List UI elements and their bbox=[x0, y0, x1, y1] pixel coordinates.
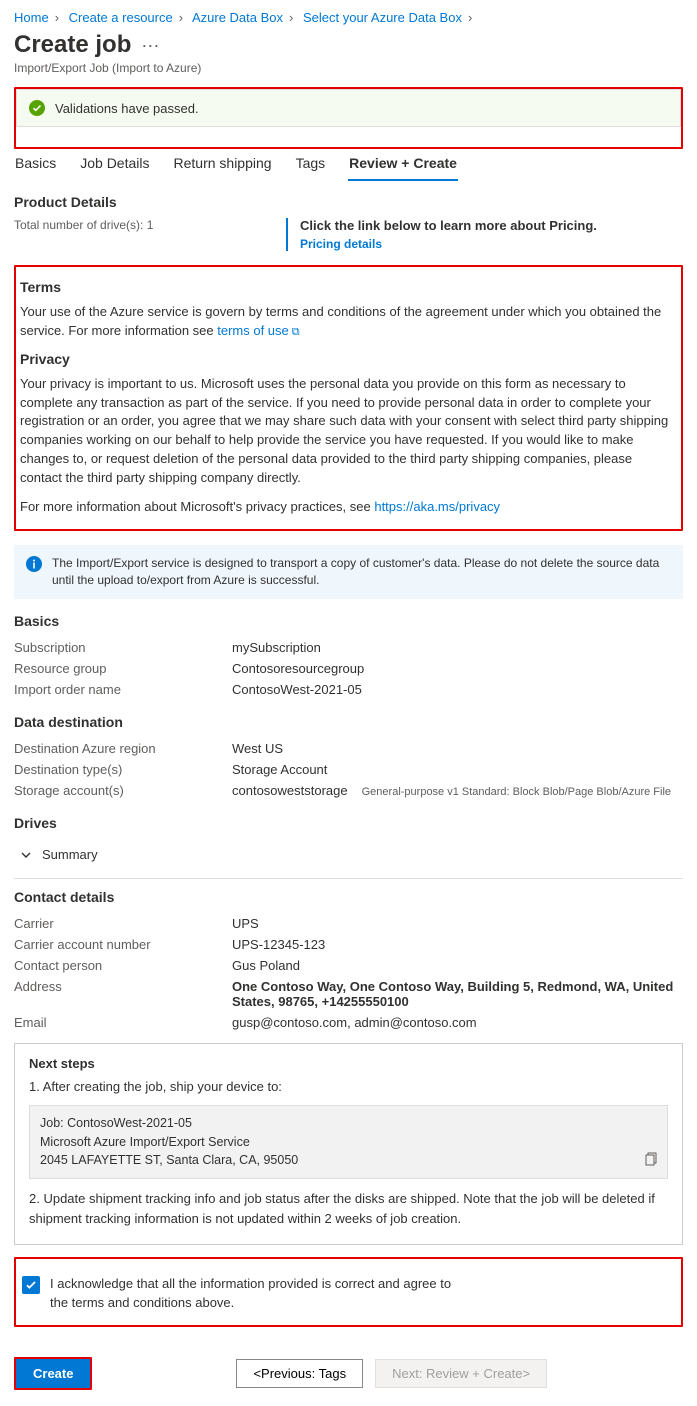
breadcrumb-select-data-box[interactable]: Select your Azure Data Box bbox=[303, 10, 462, 25]
label-email: Email bbox=[14, 1015, 232, 1030]
tab-job-details[interactable]: Job Details bbox=[79, 149, 150, 181]
validation-banner: Validations have passed. bbox=[16, 89, 681, 127]
drive-count-label: Total number of drive(s): 1 bbox=[14, 218, 266, 251]
success-icon bbox=[29, 100, 45, 116]
shipping-address-box: Job: ContosoWest-2021-05 Microsoft Azure… bbox=[29, 1105, 668, 1179]
label-dest-type: Destination type(s) bbox=[14, 762, 232, 777]
acknowledge-label: I acknowledge that all the information p… bbox=[50, 1275, 470, 1313]
info-text: The Import/Export service is designed to… bbox=[52, 555, 671, 590]
product-details-heading: Product Details bbox=[14, 194, 683, 210]
shipping-address-text: Job: ContosoWest-2021-05 Microsoft Azure… bbox=[40, 1114, 657, 1170]
more-menu-icon[interactable]: ··· bbox=[141, 35, 159, 56]
create-button[interactable]: Create bbox=[16, 1359, 90, 1388]
next-step-1: 1. After creating the job, ship your dev… bbox=[29, 1077, 668, 1097]
drives-heading: Drives bbox=[14, 815, 683, 831]
label-address: Address bbox=[14, 979, 232, 1009]
label-carrier-account: Carrier account number bbox=[14, 937, 232, 952]
chevron-down-icon bbox=[20, 849, 32, 861]
copy-icon[interactable] bbox=[645, 1152, 659, 1172]
next-button: Next: Review + Create> bbox=[375, 1359, 547, 1388]
terms-of-use-link[interactable]: terms of use⧉ bbox=[217, 323, 299, 338]
privacy-body: Your privacy is important to us. Microso… bbox=[20, 375, 677, 488]
value-import-order-name: ContosoWest-2021-05 bbox=[232, 682, 683, 697]
label-carrier: Carrier bbox=[14, 916, 232, 931]
storage-account-hint: General-purpose v1 Standard: Block Blob/… bbox=[362, 786, 671, 798]
privacy-more: For more information about Microsoft's p… bbox=[20, 498, 677, 517]
breadcrumb: Home› Create a resource› Azure Data Box›… bbox=[14, 10, 683, 25]
value-storage-account: contosoweststorageGeneral-purpose v1 Sta… bbox=[232, 783, 683, 798]
page-subtitle: Import/Export Job (Import to Azure) bbox=[14, 61, 683, 75]
pricing-lead: Click the link below to learn more about… bbox=[300, 218, 683, 233]
value-resource-group: Contosoresourcegroup bbox=[232, 661, 683, 676]
label-subscription: Subscription bbox=[14, 640, 232, 655]
value-email: gusp@contoso.com, admin@contoso.com bbox=[232, 1015, 683, 1030]
value-carrier-account: UPS-12345-123 bbox=[232, 937, 683, 952]
info-banner: The Import/Export service is designed to… bbox=[14, 545, 683, 600]
value-contact-person: Gus Poland bbox=[232, 958, 683, 973]
privacy-link[interactable]: https://aka.ms/privacy bbox=[374, 499, 500, 514]
tabs: Basics Job Details Return shipping Tags … bbox=[14, 149, 683, 182]
terms-heading: Terms bbox=[20, 279, 677, 295]
breadcrumb-azure-data-box[interactable]: Azure Data Box bbox=[192, 10, 283, 25]
value-dest-type: Storage Account bbox=[232, 762, 683, 777]
basics-heading: Basics bbox=[14, 613, 683, 629]
terms-body: Your use of the Azure service is govern … bbox=[20, 303, 677, 341]
privacy-heading: Privacy bbox=[20, 351, 677, 367]
acknowledge-checkbox[interactable] bbox=[22, 1276, 40, 1294]
tab-review-create[interactable]: Review + Create bbox=[348, 149, 458, 181]
value-subscription: mySubscription bbox=[232, 640, 683, 655]
label-storage-account: Storage account(s) bbox=[14, 783, 232, 798]
breadcrumb-home[interactable]: Home bbox=[14, 10, 49, 25]
page-title: Create job bbox=[14, 31, 131, 59]
external-link-icon: ⧉ bbox=[292, 326, 300, 338]
previous-button[interactable]: <Previous: Tags bbox=[236, 1359, 363, 1388]
checkmark-icon bbox=[25, 1279, 37, 1291]
label-dest-region: Destination Azure region bbox=[14, 741, 232, 756]
footer-actions: Create <Previous: Tags Next: Review + Cr… bbox=[14, 1347, 683, 1390]
next-step-2: 2. Update shipment tracking info and job… bbox=[29, 1189, 668, 1228]
drives-summary-label: Summary bbox=[42, 847, 98, 862]
label-resource-group: Resource group bbox=[14, 661, 232, 676]
pricing-details-link[interactable]: Pricing details bbox=[300, 237, 683, 251]
label-import-order-name: Import order name bbox=[14, 682, 232, 697]
label-contact-person: Contact person bbox=[14, 958, 232, 973]
next-steps-panel: Next steps 1. After creating the job, sh… bbox=[14, 1043, 683, 1245]
drives-summary-toggle[interactable]: Summary bbox=[14, 839, 683, 870]
contact-details-heading: Contact details bbox=[14, 889, 683, 905]
data-destination-heading: Data destination bbox=[14, 714, 683, 730]
tab-tags[interactable]: Tags bbox=[295, 149, 327, 181]
tab-basics[interactable]: Basics bbox=[14, 149, 57, 181]
info-icon bbox=[26, 556, 42, 572]
value-dest-region: West US bbox=[232, 741, 683, 756]
breadcrumb-create-resource[interactable]: Create a resource bbox=[69, 10, 173, 25]
value-address: One Contoso Way, One Contoso Way, Buildi… bbox=[232, 979, 683, 1009]
next-steps-heading: Next steps bbox=[29, 1056, 668, 1071]
validation-text: Validations have passed. bbox=[55, 101, 199, 116]
value-carrier: UPS bbox=[232, 916, 683, 931]
tab-return-shipping[interactable]: Return shipping bbox=[173, 149, 273, 181]
